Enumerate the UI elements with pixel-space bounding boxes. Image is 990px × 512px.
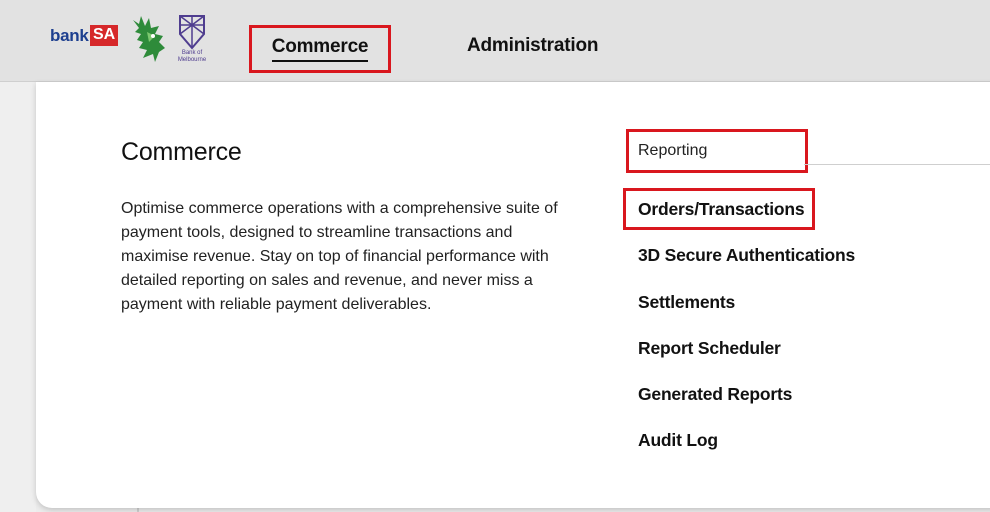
menu-link-settlements[interactable]: Settlements [638,292,735,313]
reporting-section-label: Reporting [638,142,708,159]
nav-tab-commerce[interactable]: Commerce [249,25,391,73]
bank-of-melbourne-wordmark: Bank of Melbourne [177,50,207,63]
page-background-strip [0,82,36,512]
menu-link-generated-reports[interactable]: Generated Reports [638,384,792,405]
commerce-mega-menu-panel: Commerce Optimise commerce operations wi… [36,82,990,508]
panel-title: Commerce [121,138,242,166]
reporting-section-divider [804,164,990,165]
menu-link-orders-transactions[interactable]: Orders/Transactions [638,199,805,220]
menu-link-audit-log[interactable]: Audit Log [638,430,718,451]
bank-of-melbourne-logo[interactable]: Bank of Melbourne [175,14,209,66]
banksa-logo-badge: SA [90,25,119,46]
menu-link-3d-secure-authentications[interactable]: 3D Secure Authentications [638,245,855,266]
banksa-logo[interactable]: bank SA [50,24,119,54]
nav-tab-commerce-label: Commerce [271,36,369,62]
bank-of-melbourne-crest-icon [179,15,205,50]
st-george-dragon-logo[interactable] [125,14,167,66]
top-navigation-bar: bank SA Bank of Melbourne Commerce Admini… [0,0,990,82]
nav-tab-administration[interactable]: Administration [467,35,598,75]
panel-description: Optimise commerce operations with a comp… [121,200,558,313]
menu-link-report-scheduler[interactable]: Report Scheduler [638,338,781,359]
banksa-logo-word: bank [50,26,89,45]
dragon-icon [133,16,165,62]
